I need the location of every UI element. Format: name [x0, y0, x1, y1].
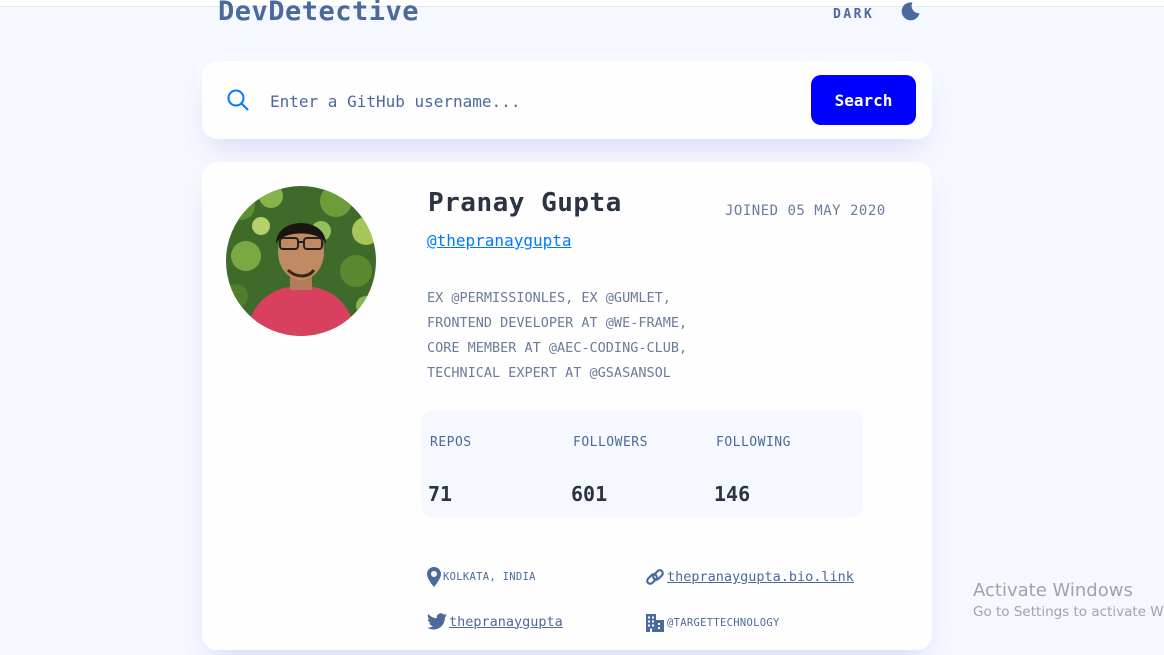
- search-icon: [227, 89, 249, 111]
- bio-line: TECHNICAL EXPERT AT @GSASANSOL: [427, 365, 671, 381]
- bio-line: EX @PERMISSIONLES, EX @GUMLET,: [427, 290, 671, 306]
- twitter-icon: [427, 613, 447, 630]
- profile-bio: EX @PERMISSIONLES, EX @GUMLET, FRONTEND …: [427, 286, 747, 386]
- link-icon: [646, 569, 664, 585]
- profile-handle-link[interactable]: @thepranaygupta: [427, 231, 572, 250]
- stat-value: 146: [714, 482, 751, 506]
- stat-value: 601: [571, 482, 608, 506]
- location-pin-icon: [427, 567, 441, 587]
- avatar-image: [226, 186, 376, 336]
- twitter-link[interactable]: thepranaygupta: [449, 614, 563, 630]
- watermark-subtitle: Go to Settings to activate Wi: [973, 604, 1164, 620]
- company-text: @TARGETTECHNOLOGY: [667, 617, 780, 629]
- watermark-title: Activate Windows: [973, 580, 1133, 601]
- theme-toggle-label: DARK: [833, 6, 875, 22]
- twitter-item[interactable]: thepranaygupta: [427, 613, 563, 630]
- theme-toggle[interactable]: DARK: [833, 2, 920, 26]
- website-item[interactable]: thepranaygupta.bio.link: [645, 567, 854, 587]
- moon-icon: [902, 2, 920, 21]
- bio-line: CORE MEMBER AT @AEC-CODING-CLUB,: [427, 340, 688, 356]
- website-link[interactable]: thepranaygupta.bio.link: [667, 569, 854, 585]
- profile-name: Pranay Gupta: [428, 188, 622, 218]
- search-input[interactable]: [268, 85, 792, 117]
- profile-card: Pranay Gupta JOINED 05 MAY 2020 @thepran…: [202, 162, 932, 650]
- company-item: @TARGETTECHNOLOGY: [645, 613, 780, 633]
- building-icon: [646, 614, 664, 632]
- app-title: DevDetective: [218, 0, 420, 27]
- windows-activation-watermark: Activate Windows Go to Settings to activ…: [973, 580, 1164, 620]
- stat-label: REPOS: [430, 435, 472, 450]
- location-text: KOLKATA, INDIA: [443, 571, 536, 583]
- search-bar: Search: [202, 61, 932, 139]
- top-strip: [0, 0, 1164, 7]
- bio-line: FRONTEND DEVELOPER AT @WE-FRAME,: [427, 315, 688, 331]
- stats-box: REPOS 71 FOLLOWERS 601 FOLLOWING 146: [422, 410, 863, 517]
- search-button[interactable]: Search: [811, 75, 916, 125]
- profile-joined-date: JOINED 05 MAY 2020: [725, 203, 886, 219]
- stat-label: FOLLOWING: [716, 435, 791, 450]
- stat-label: FOLLOWERS: [573, 435, 648, 450]
- location-item: KOLKATA, INDIA: [427, 567, 536, 587]
- stat-value: 71: [428, 482, 453, 506]
- avatar: [226, 186, 376, 336]
